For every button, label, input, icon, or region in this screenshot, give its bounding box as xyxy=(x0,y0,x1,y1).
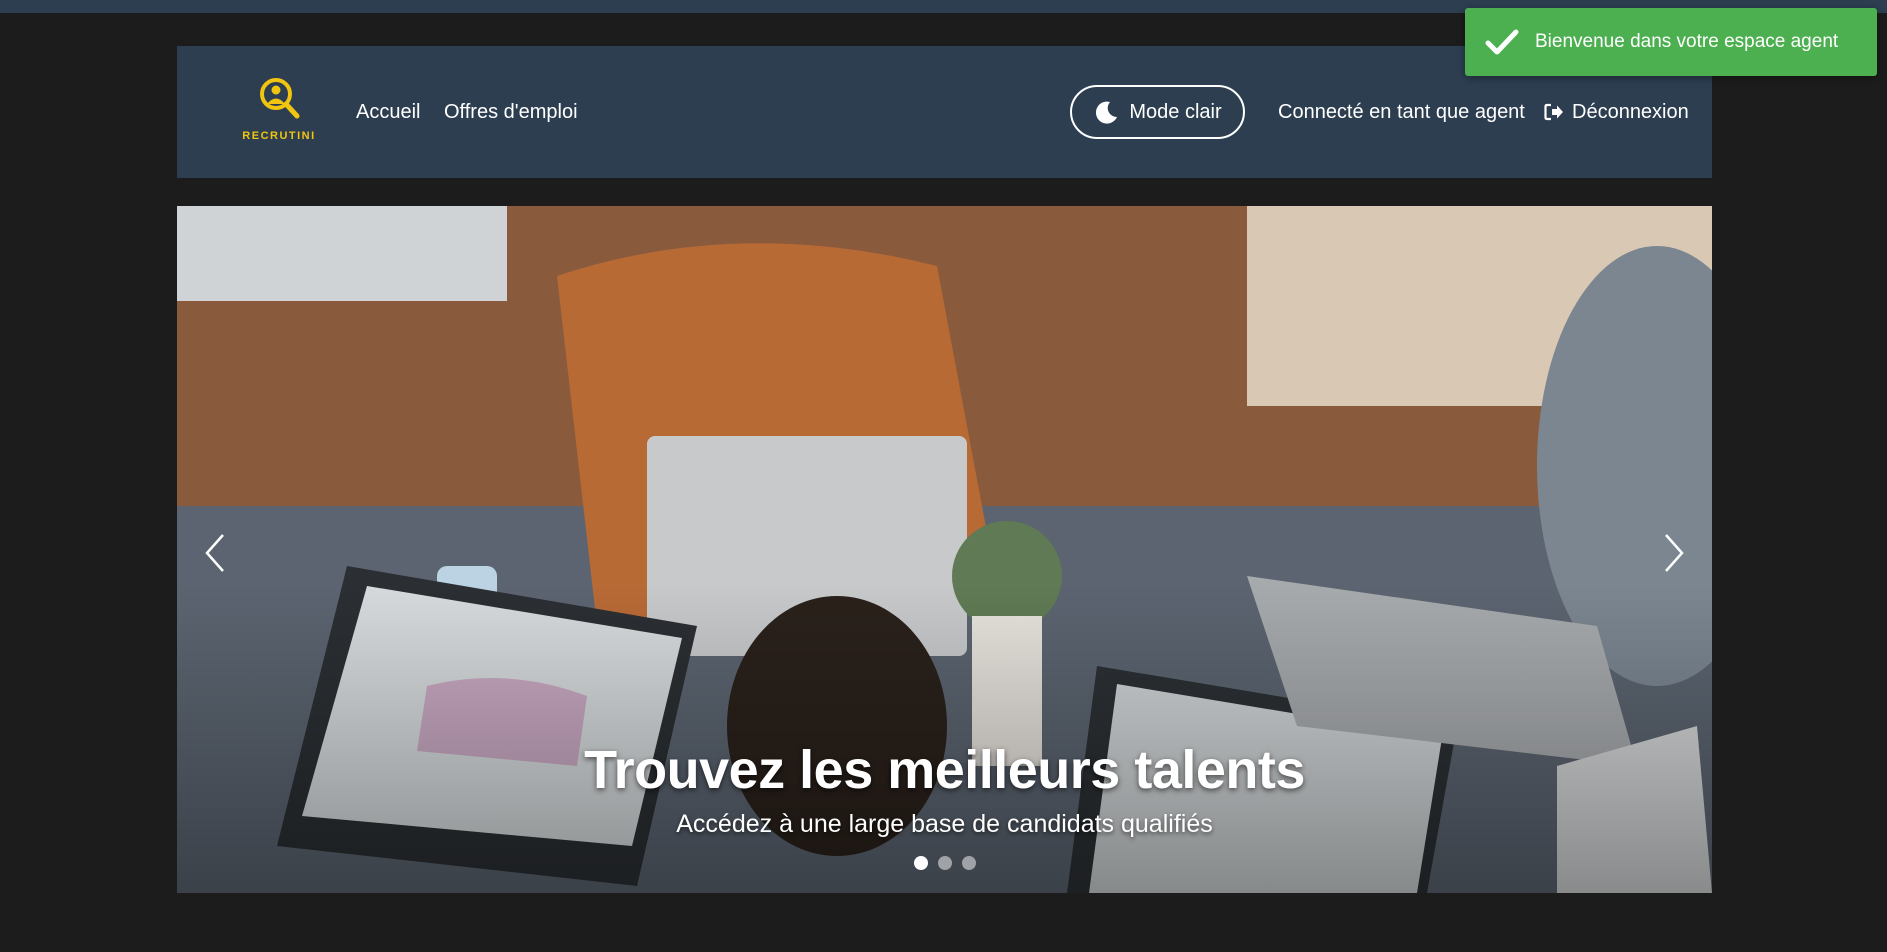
magnifier-person-icon xyxy=(260,78,300,119)
toast-message: Bienvenue dans votre espace agent xyxy=(1535,31,1839,52)
hero-carousel: Trouvez les meilleurs talents Accédez à … xyxy=(177,206,1712,893)
carousel-dot-3[interactable] xyxy=(961,856,976,870)
carousel-prev-button[interactable] xyxy=(195,528,235,578)
welcome-toast[interactable]: Bienvenue dans votre espace agent xyxy=(1465,8,1877,76)
nav-home-link[interactable]: Accueil xyxy=(356,98,420,126)
carousel-dot-1[interactable] xyxy=(913,856,928,870)
logout-link[interactable]: Déconnexion xyxy=(1544,98,1689,126)
check-icon xyxy=(1485,29,1519,55)
sign-out-icon xyxy=(1544,103,1563,121)
brand-name: RECRUTINI xyxy=(242,130,316,142)
login-status: Connecté en tant que agent xyxy=(1278,101,1525,123)
nav-jobs-link[interactable]: Offres d'emploi xyxy=(444,98,578,126)
logout-label: Déconnexion xyxy=(1572,101,1689,123)
carousel-dot-2[interactable] xyxy=(937,856,952,870)
carousel-title: Trouvez les meilleurs talents xyxy=(584,740,1305,800)
theme-toggle-button[interactable]: Mode clair xyxy=(1070,85,1245,139)
theme-toggle-label: Mode clair xyxy=(1129,100,1222,123)
brand-logo[interactable]: RECRUTINI xyxy=(241,74,317,142)
carousel-indicators xyxy=(177,856,1712,870)
carousel-next-button[interactable] xyxy=(1654,528,1694,578)
carousel-subtitle: Accédez à une large base de candidats qu… xyxy=(676,810,1213,838)
chevron-right-icon xyxy=(1665,534,1684,572)
chevron-left-icon xyxy=(205,534,224,572)
moon-icon xyxy=(1096,101,1118,124)
